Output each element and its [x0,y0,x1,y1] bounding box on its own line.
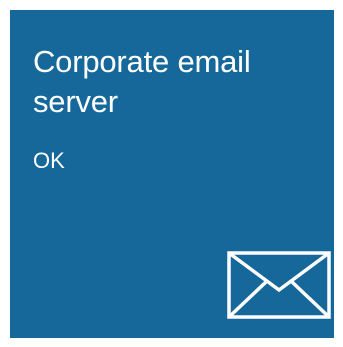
tile-title: Corporate email server [33,44,251,119]
envelope-icon [226,250,332,320]
email-server-tile[interactable]: Corporate email server OK [10,10,334,338]
status-text: OK [33,148,65,173]
